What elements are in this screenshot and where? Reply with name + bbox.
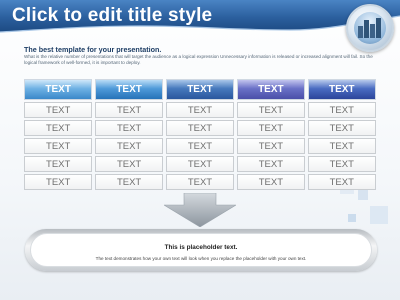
table-cell[interactable]: TEXT	[307, 138, 376, 154]
table-cell[interactable]: TEXT	[307, 174, 376, 190]
table-cell[interactable]: TEXT	[165, 156, 235, 172]
table-cell[interactable]: TEXT	[236, 156, 306, 172]
table-cell[interactable]: TEXT	[236, 102, 306, 118]
placeholder-text[interactable]: The text demonstrates how your own text …	[31, 256, 371, 261]
table-cell[interactable]: TEXT	[94, 138, 164, 154]
table-cell[interactable]: TEXT	[307, 156, 376, 172]
table-cell[interactable]: TEXT	[165, 120, 235, 136]
placeholder-inner: This is placeholder text. The text demon…	[30, 233, 372, 267]
slide-subtitle[interactable]: The best template for your presentation.	[24, 45, 161, 54]
table-cell[interactable]: TEXT	[165, 102, 235, 118]
table-cell[interactable]: TEXT	[24, 102, 93, 118]
table-header-cell[interactable]: TEXT	[307, 79, 376, 100]
table-cell[interactable]: TEXT	[236, 120, 306, 136]
table-cell[interactable]: TEXT	[165, 138, 235, 154]
placeholder-title[interactable]: This is placeholder text.	[31, 244, 371, 251]
placeholder-panel: This is placeholder text. The text demon…	[25, 229, 377, 271]
table-cell[interactable]: TEXT	[94, 156, 164, 172]
table-cell[interactable]: TEXT	[307, 102, 376, 118]
table-cell[interactable]: TEXT	[307, 120, 376, 136]
table-cell[interactable]: TEXT	[236, 174, 306, 190]
table-cell[interactable]: TEXT	[94, 102, 164, 118]
title-banner: Click to edit title style	[0, 0, 400, 42]
table-cell[interactable]: TEXT	[94, 120, 164, 136]
data-table: TEXT TEXT TEXT TEXT TEXT TEXT TEXT TEXT …	[24, 79, 376, 190]
table-header-cell[interactable]: TEXT	[165, 79, 235, 100]
table-cell[interactable]: TEXT	[24, 120, 93, 136]
table-cell[interactable]: TEXT	[24, 174, 93, 190]
slide-title[interactable]: Click to edit title style	[12, 5, 212, 27]
table-header-cell[interactable]: TEXT	[24, 79, 93, 100]
table-cell[interactable]: TEXT	[94, 174, 164, 190]
table-cell[interactable]: TEXT	[24, 156, 93, 172]
city-buildings-icon	[346, 4, 394, 52]
slide-description[interactable]: What is the relative number of presentat…	[24, 54, 374, 66]
down-arrow-icon	[164, 193, 236, 227]
table-cell[interactable]: TEXT	[165, 174, 235, 190]
table-header-cell[interactable]: TEXT	[94, 79, 164, 100]
table-cell[interactable]: TEXT	[236, 138, 306, 154]
table-header-cell[interactable]: TEXT	[236, 79, 306, 100]
table-cell[interactable]: TEXT	[24, 138, 93, 154]
